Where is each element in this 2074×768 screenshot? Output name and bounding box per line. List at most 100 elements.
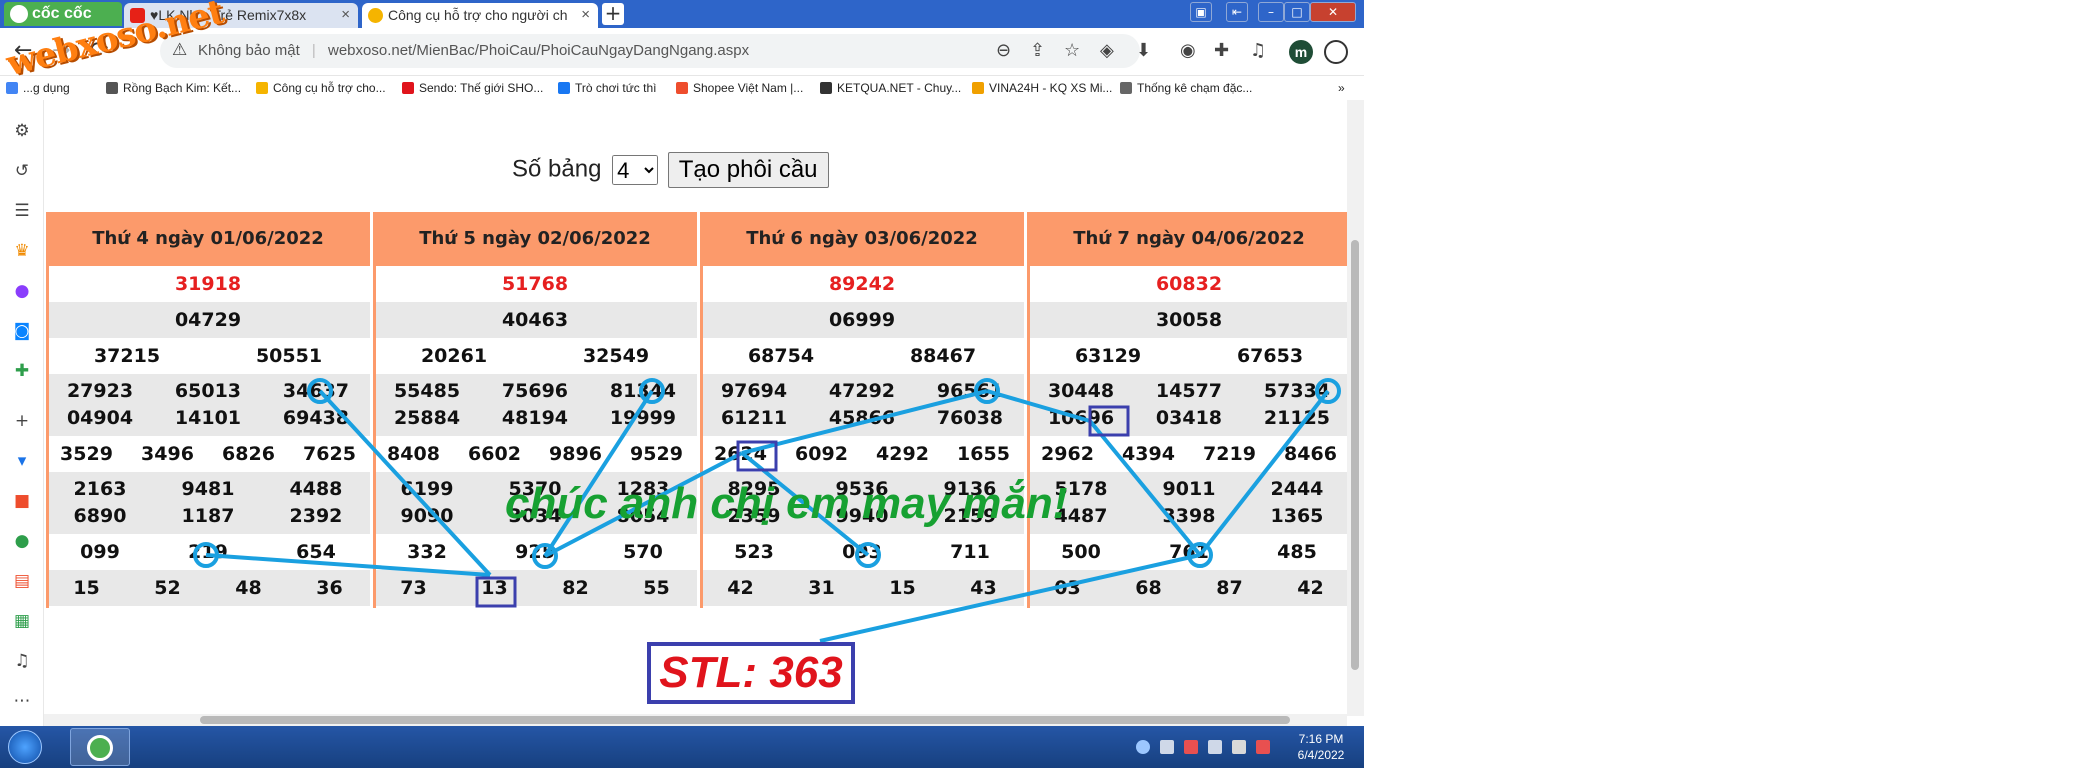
crown-icon[interactable]: ♛	[11, 240, 33, 262]
new-tab-button[interactable]: +	[602, 3, 624, 25]
bookmark-item[interactable]: Sendo: Thế giới SHO...	[402, 81, 543, 95]
bookmark-label: KETQUA.NET - Chuy...	[837, 81, 962, 95]
more-icon[interactable]: ⋯	[11, 690, 33, 712]
bookmark-favicon-icon	[676, 82, 688, 94]
prize-number: 2444	[1270, 478, 1324, 500]
tray-icon[interactable]	[1160, 740, 1174, 754]
prize-number: 2392	[289, 505, 343, 527]
bookmark-item[interactable]: KETQUA.NET - Chuy...	[820, 81, 961, 95]
action-center-icon[interactable]	[1232, 740, 1246, 754]
bookmark-favicon-icon	[1120, 82, 1132, 94]
prize-number: 27923	[66, 380, 134, 402]
volume-icon[interactable]	[1208, 740, 1222, 754]
maximize-button[interactable]: □	[1284, 2, 1310, 22]
zalo-icon[interactable]: ◙	[11, 320, 33, 342]
profile-avatar[interactable]: m	[1289, 40, 1313, 64]
prize-number: 7625	[303, 443, 356, 465]
prize-number: 9529	[630, 443, 683, 465]
sheet-icon[interactable]: ▦	[11, 610, 33, 632]
screenshot-icon[interactable]: ▣	[1190, 2, 1212, 22]
prize-number: 63129	[1074, 345, 1142, 367]
cart-icon[interactable]: ▤	[11, 570, 33, 592]
menu-icon[interactable]	[1324, 40, 1348, 64]
history-icon[interactable]: ↺	[11, 160, 33, 182]
settings-icon[interactable]: ⚙	[11, 120, 33, 142]
shopee-icon[interactable]: ■	[11, 490, 33, 512]
media-icon[interactable]: ♫	[1250, 40, 1266, 61]
bookmark-label: Sendo: Thế giới SHO...	[419, 81, 544, 95]
prize-number: 9481	[181, 478, 235, 500]
start-button[interactable]	[8, 730, 42, 764]
share-icon[interactable]: ⇪	[1030, 40, 1045, 61]
close-icon[interactable]: ×	[341, 6, 350, 23]
bell-icon[interactable]: ♫	[11, 650, 33, 672]
prize-number: 332	[407, 541, 447, 563]
create-button[interactable]: Tạo phôi cầu	[667, 152, 829, 188]
prize-number: 219	[188, 541, 228, 563]
close-window-button[interactable]: ✕	[1310, 2, 1356, 22]
left-sidebar: ⚙ ↺ ☰ ♛ ● ◙ ✚ + ▾ ■ ● ▤ ▦ ♫ ⋯	[0, 100, 44, 726]
prize-number: 69438	[282, 407, 350, 429]
bookmark-item[interactable]: Trò chơi tức thì	[558, 81, 656, 95]
bookmarks-more-icon[interactable]: »	[1338, 81, 1345, 95]
prize-row-g7: 03 68 87 42	[1027, 570, 1351, 606]
prize-number: 4488	[289, 478, 343, 500]
prize-number: 04904	[66, 407, 134, 429]
sidebar-toggle-icon[interactable]: ⇤	[1226, 2, 1248, 22]
taskbar-coccoc[interactable]	[70, 728, 130, 766]
prize-row-g3: 97694 47292 96561 61211 45866 76038	[700, 374, 1024, 436]
scroll-thumb[interactable]	[200, 716, 1290, 724]
prize-number: 48	[235, 577, 262, 599]
prize-number: 761	[1169, 541, 1209, 563]
prize-row-g1: 40463	[373, 302, 697, 338]
scroll-thumb[interactable]	[1351, 240, 1359, 670]
add-icon[interactable]: +	[11, 410, 33, 432]
bookmark-item[interactable]: Shopee Việt Nam |...	[676, 81, 803, 95]
wish-text: chúc anh chị em may mắn!	[505, 479, 1068, 528]
bookmark-item[interactable]: Rồng Bạch Kim: Kết...	[106, 81, 241, 95]
prize-number: 30448	[1047, 380, 1115, 402]
prize-number: 87	[1216, 577, 1243, 599]
minimize-button[interactable]: –	[1258, 2, 1284, 22]
tray-icon[interactable]	[1136, 740, 1150, 754]
prize-number: 14101	[174, 407, 242, 429]
tab-webxoso[interactable]: Công cụ hỗ trợ cho người ch ×	[362, 3, 598, 28]
list-icon[interactable]: ☰	[11, 200, 33, 222]
prize-number: 32549	[582, 345, 650, 367]
extensions-icon[interactable]: ✚	[1214, 40, 1229, 61]
map-pin-icon[interactable]: ●	[11, 530, 33, 552]
prize-number: 76038	[936, 407, 1004, 429]
bookmark-favicon-icon	[256, 82, 268, 94]
star-icon[interactable]: ☆	[1064, 40, 1080, 61]
prize-number: 6602	[468, 443, 521, 465]
shield-icon[interactable]: ◈	[1100, 40, 1114, 61]
gamepad-icon[interactable]: ✚	[11, 360, 33, 382]
prize-number: 13	[481, 577, 508, 599]
wifi-icon[interactable]: ▾	[11, 450, 33, 472]
prize-row-g3: 27923 65013 34637 04904 14101 69438	[46, 374, 370, 436]
prize-number: 97694	[720, 380, 788, 402]
table-count-select[interactable]: 4	[612, 155, 659, 185]
prize-number: 67653	[1236, 345, 1304, 367]
messenger-icon[interactable]: ●	[11, 280, 33, 302]
bookmark-item[interactable]: Công cụ hỗ trợ cho...	[256, 81, 386, 95]
prize-row-g4: 8408 6602 9896 9529	[373, 436, 697, 472]
bookmark-item[interactable]: Thống kê chạm đặc...	[1120, 81, 1252, 95]
prize-number: 20261	[420, 345, 488, 367]
download-icon[interactable]: ⬇	[1136, 40, 1151, 61]
vertical-scrollbar[interactable]	[1347, 100, 1364, 716]
network-icon[interactable]	[1184, 740, 1198, 754]
prize-number: 2624	[714, 443, 767, 465]
table-count-label: Số bảng	[512, 155, 602, 183]
prize-number: 9090	[400, 505, 454, 527]
bookmark-item[interactable]: VINA24H - KQ XS Mi...	[972, 81, 1112, 95]
chrome-icon[interactable]: ◉	[1180, 40, 1196, 61]
address-bar[interactable]: ⚠ Không bảo mật | webxoso.net/MienBac/Ph…	[160, 34, 1140, 68]
clock[interactable]: 7:16 PM 6/4/2022	[1290, 731, 1352, 763]
prize-row-g7: 15 52 48 36	[46, 570, 370, 606]
horizontal-scrollbar[interactable]	[44, 714, 1347, 726]
zoom-icon[interactable]: ⊖	[996, 40, 1011, 61]
close-icon[interactable]: ×	[581, 6, 590, 23]
prize-number: 81344	[609, 380, 677, 402]
unikey-icon[interactable]	[1256, 740, 1270, 754]
